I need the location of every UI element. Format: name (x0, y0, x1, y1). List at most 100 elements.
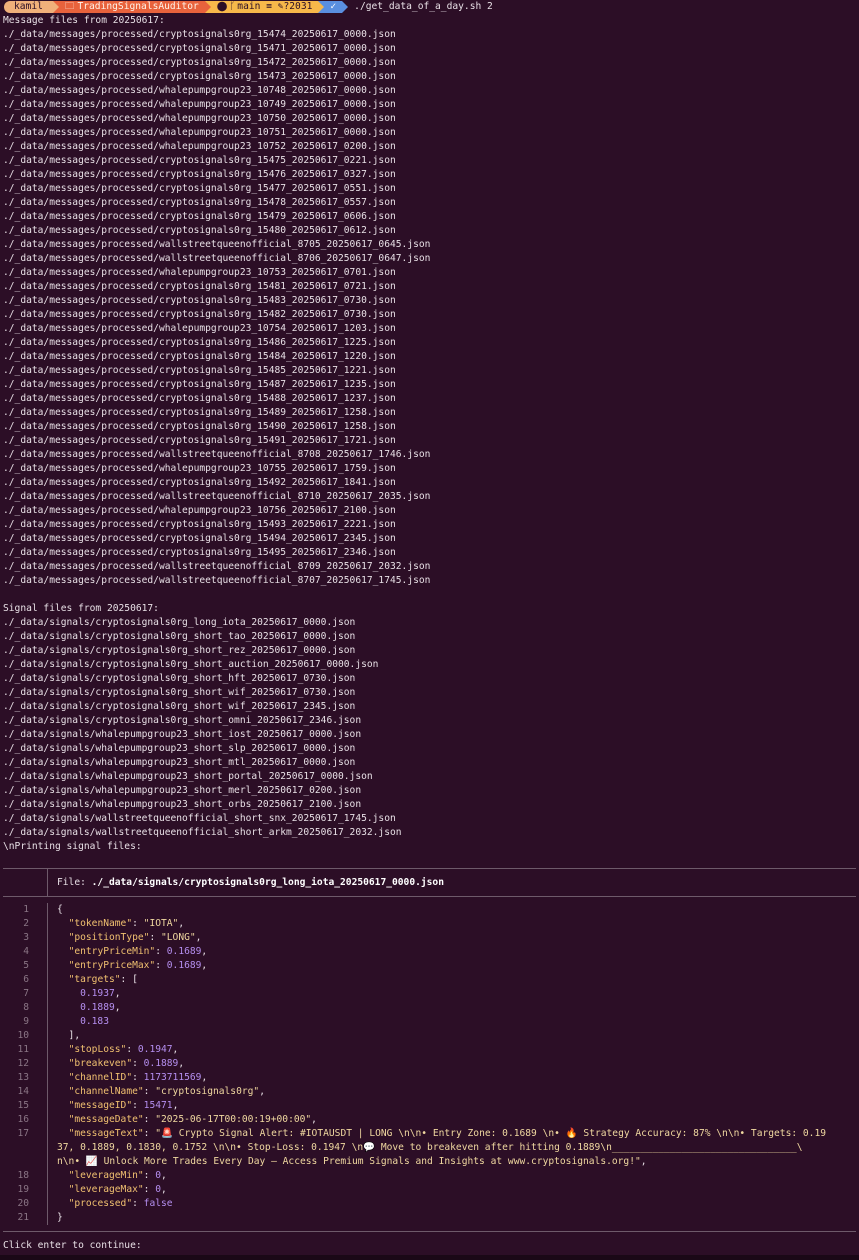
signal-file-line: ./_data/signals/whalepumpgroup23_short_s… (3, 743, 356, 754)
message-file-line: ./_data/messages/processed/wallstreetque… (3, 253, 431, 264)
json-punct-token: { (57, 904, 63, 915)
json-punct-token: : (132, 1100, 144, 1111)
prompt-dir: TradingSignalsAuditor (77, 1, 199, 12)
json-key-token: "processed" (68, 1198, 133, 1209)
json-key-token: "targets" (68, 974, 121, 985)
json-punct-token: , (114, 1002, 121, 1013)
viewer-header: File: ./_data/signals/cryptosignals0rg_l… (3, 869, 856, 896)
json-key-token: "positionType" (68, 932, 150, 943)
json-punct-token: : [ (120, 974, 138, 985)
message-file-line: ./_data/messages/processed/cryptosignals… (3, 197, 396, 208)
json-key-token: "stopLoss" (68, 1044, 127, 1055)
json-punct-token: , (161, 1170, 167, 1181)
json-punct-token: : (143, 1170, 156, 1181)
json-punct-token (57, 946, 69, 957)
viewer-bottom-rule (3, 1231, 856, 1232)
message-file-line: ./_data/messages/processed/wallstreetque… (3, 575, 431, 586)
line-number: 10 (17, 1030, 29, 1041)
line-number-gutter: 1 2 3 4 5 6 7 8 9 10 11 12 13 14 15 16 17 18 19 20 21 (3, 903, 48, 1225)
json-punct-token: : (143, 1086, 156, 1097)
line-number: 15 (17, 1100, 29, 1111)
signal-file-line: ./_data/signals/wallstreetqueenofficial_… (3, 827, 402, 838)
message-file-line: ./_data/messages/processed/cryptosignals… (3, 309, 396, 320)
line-number: 6 (23, 974, 29, 985)
json-num-token: 0.183 (80, 1016, 109, 1027)
json-punct-token (57, 974, 69, 985)
message-file-line: ./_data/messages/processed/cryptosignals… (3, 407, 396, 418)
code-line: "leverageMax": 0, (57, 1183, 856, 1197)
message-file-line: ./_data/messages/processed/cryptosignals… (3, 393, 396, 404)
line-number: 1 (23, 904, 29, 915)
json-punct-token (57, 1058, 69, 1069)
printing-line: \nPrinting signal files: (3, 841, 142, 852)
signal-file-line: ./_data/signals/wallstreetqueenofficial_… (3, 813, 396, 824)
json-punct-token: , (178, 1058, 185, 1069)
json-punct-token: , (640, 1156, 647, 1167)
json-punct-token (57, 932, 69, 943)
json-punct-token: , (172, 1100, 179, 1111)
message-file-line: ./_data/messages/processed/cryptosignals… (3, 295, 396, 306)
message-file-line: ./_data/messages/processed/cryptosignals… (3, 169, 396, 180)
message-file-line: ./_data/messages/processed/whalepumpgrou… (3, 127, 396, 138)
line-number: 13 (17, 1072, 29, 1083)
terminal-bottom-bar (0, 1255, 859, 1260)
code-line: "positionType": "LONG", (57, 931, 856, 945)
message-file-line: ./_data/messages/processed/wallstreetque… (3, 449, 431, 460)
code-line: "messageText": "🚨 Crypto Signal Alert: #… (57, 1127, 856, 1141)
json-num-token: 15471 (143, 1100, 173, 1111)
json-str-token: 37, 0.1889, 0.1830, 0.1752 \n\n• Stop-Lo… (57, 1142, 803, 1153)
json-bool-token: false (143, 1198, 173, 1209)
message-file-line: ./_data/messages/processed/cryptosignals… (3, 57, 396, 68)
folder-icon: 🗀 (64, 1, 75, 12)
code-line: "messageDate": "2025-06-17T00:00:19+00:0… (57, 1113, 856, 1127)
json-punct-token: , (172, 1044, 179, 1055)
message-file-line: ./_data/messages/processed/cryptosignals… (3, 183, 396, 194)
json-punct-token: , (259, 1086, 265, 1097)
json-punct-token: : (126, 1044, 138, 1055)
json-key-token: "messageID" (68, 1100, 133, 1111)
message-file-line: ./_data/messages/processed/cryptosignals… (3, 477, 396, 488)
code-line: "entryPriceMax": 0.1689, (57, 959, 856, 973)
json-num-token: 0.1689 (166, 946, 202, 957)
message-file-line: ./_data/messages/processed/cryptosignals… (3, 435, 396, 446)
json-key-token: "entryPriceMin" (68, 946, 156, 957)
prompt-dir-segment: 🗀 TradingSignalsAuditor (58, 1, 205, 13)
json-punct-token (57, 1072, 69, 1083)
prompt-status-segment: ✓ (324, 1, 343, 13)
code-line: "targets": [ (57, 973, 856, 987)
json-punct-token: , (201, 946, 208, 957)
code-area: { "tokenName": "IOTA", "positionType": "… (48, 903, 856, 1225)
terminal-window: kamil 🗀 TradingSignalsAuditor ⬤ ᚴ main ≡ ✎?… (0, 0, 859, 1260)
continue-prompt[interactable]: Click enter to continue: (3, 1239, 142, 1253)
signal-file-line: ./_data/signals/cryptosignals0rg_short_t… (3, 631, 356, 642)
signal-file-line: ./_data/signals/whalepumpgroup23_short_m… (3, 785, 362, 796)
message-file-line: ./_data/messages/processed/cryptosignals… (3, 533, 396, 544)
json-key-token: "messageText" (68, 1128, 144, 1139)
message-file-line: ./_data/messages/processed/cryptosignals… (3, 211, 396, 222)
message-file-line: ./_data/messages/processed/whalepumpgrou… (3, 113, 396, 124)
message-file-list: ./_data/messages/processed/cryptosignals… (0, 28, 859, 588)
message-file-line: ./_data/messages/processed/whalepumpgrou… (3, 99, 396, 110)
message-file-line: ./_data/messages/processed/cryptosignals… (3, 337, 396, 348)
json-punct-token: , (195, 932, 202, 943)
file-name: ./_data/signals/cryptosignals0rg_long_io… (91, 877, 444, 888)
code-line: "channelName": "cryptosignals0rg", (57, 1085, 856, 1099)
json-punct-token: : (132, 1198, 144, 1209)
json-punct-token (57, 988, 80, 999)
file-viewer: File: ./_data/signals/cryptosignals0rg_l… (3, 868, 856, 1232)
message-file-line: ./_data/messages/processed/cryptosignals… (3, 547, 396, 558)
code-line: n\n• 📈 Unlock More Trades Every Day – Ac… (57, 1155, 856, 1169)
json-punct-token (57, 1114, 69, 1125)
line-number: 7 (23, 988, 29, 999)
signal-file-line: ./_data/signals/cryptosignals0rg_short_h… (3, 673, 356, 684)
message-file-line: ./_data/messages/processed/whalepumpgrou… (3, 85, 396, 96)
json-punct-token (57, 1198, 69, 1209)
line-number: 19 (17, 1184, 29, 1195)
line-number: 20 (17, 1198, 29, 1209)
line-number: 12 (17, 1058, 29, 1069)
signal-file-line: ./_data/signals/cryptosignals0rg_short_w… (3, 701, 356, 712)
json-punct-token: , (201, 1072, 208, 1083)
json-punct-token: , (114, 988, 121, 999)
json-punct-token: : (132, 918, 144, 929)
line-number: 9 (23, 1016, 29, 1027)
